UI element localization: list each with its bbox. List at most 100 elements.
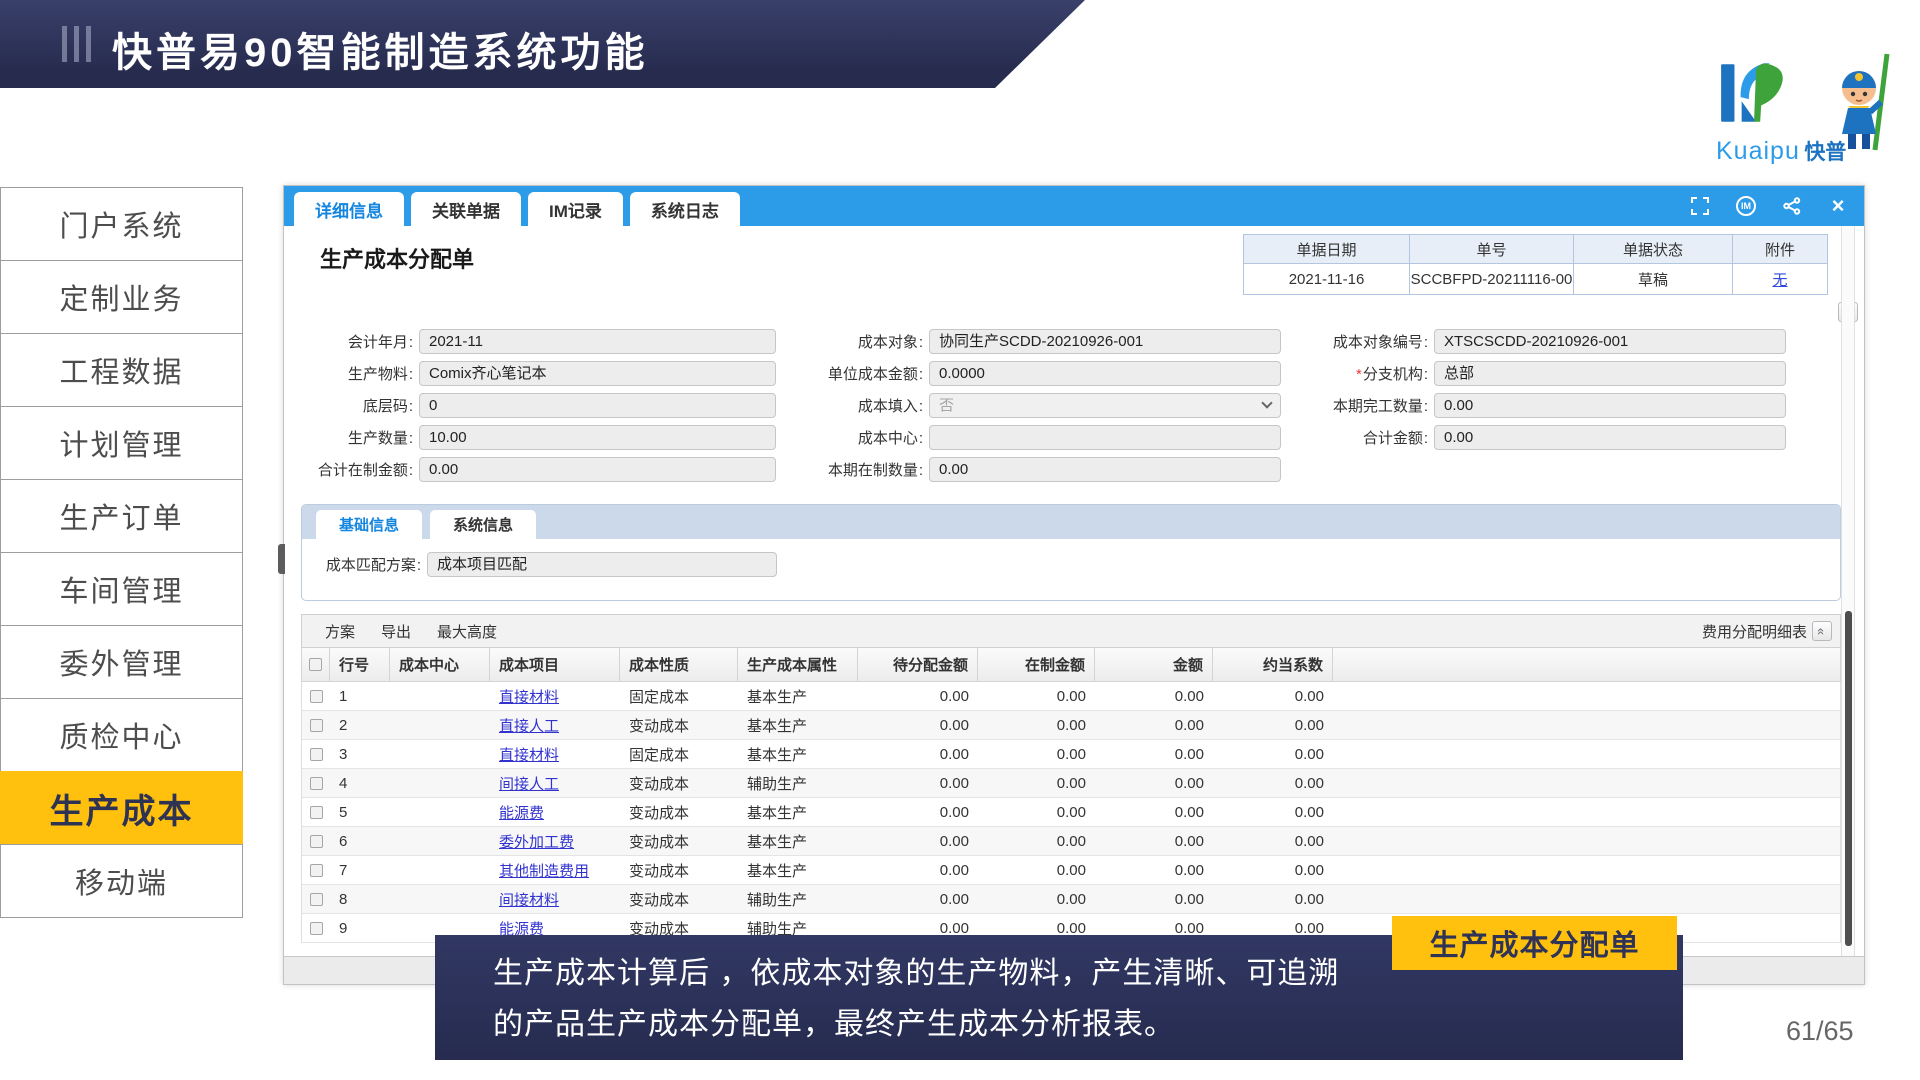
sidebar-item[interactable]: 车间管理 [0, 552, 243, 626]
subtab[interactable]: 基础信息 [316, 510, 422, 539]
form-input[interactable]: 0.00 [929, 457, 1281, 482]
row-checkbox[interactable] [310, 719, 323, 732]
cost-item-link[interactable]: 直接材料 [490, 740, 620, 768]
grid-column-header: 约当系数 [1213, 648, 1333, 681]
grid-cell: 5 [330, 798, 390, 826]
form-column-2: 成本对象协同生产SCDD-20210926-001单位成本金额0.0000成本填… [809, 328, 1281, 488]
sidebar-item[interactable]: 门户系统 [0, 187, 243, 261]
form-value: 总部 [1444, 362, 1776, 385]
select-all-checkbox[interactable] [309, 658, 322, 671]
form-input[interactable]: 10.00 [419, 425, 776, 450]
grid-cell: 0.00 [978, 856, 1095, 884]
header-deco-icon [62, 26, 91, 62]
sidebar-item[interactable]: 质检中心 [0, 698, 243, 772]
grid-cell: 固定成本 [620, 682, 738, 710]
form-input[interactable]: 0.00 [419, 457, 776, 482]
grid-cell [390, 769, 490, 797]
im-icon[interactable]: IM [1736, 196, 1756, 216]
form-row: 会计年月2021-11 [304, 328, 776, 354]
close-icon[interactable]: × [1828, 196, 1848, 216]
window-tab[interactable]: IM记录 [528, 192, 623, 226]
form-column-3: 成本对象编号XTSCSCDD-20210926-001*分支机构总部本期完工数量… [1292, 328, 1786, 456]
form-input[interactable]: 0.0000 [929, 361, 1281, 386]
cost-item-link[interactable]: 直接材料 [490, 682, 620, 710]
grid-row-filler [1333, 711, 1840, 739]
grid-cell: 0.00 [1095, 711, 1213, 739]
grid-cell: 1 [330, 682, 390, 710]
row-checkbox[interactable] [310, 748, 323, 761]
window-tab[interactable]: 详细信息 [294, 192, 404, 226]
form-label: 底层码 [304, 395, 419, 416]
document-title: 生产成本分配单 [320, 242, 474, 274]
grid-row-filler [1333, 769, 1840, 797]
form-input[interactable]: 协同生产SCDD-20210926-001 [929, 329, 1281, 354]
grid-cell: 3 [330, 740, 390, 768]
chevron-down-icon [1261, 397, 1272, 408]
grid-cell: 0.00 [978, 885, 1095, 913]
grid-header: 行号成本中心成本项目成本性质生产成本属性待分配金额在制金额金额约当系数 [301, 648, 1841, 682]
row-checkbox[interactable] [310, 864, 323, 877]
grid-cell: 0.00 [858, 798, 978, 826]
form-input[interactable]: 总部 [1434, 361, 1786, 386]
panel-collapse-handle[interactable] [278, 544, 285, 574]
cost-item-link[interactable]: 间接材料 [490, 885, 620, 913]
row-checkbox-cell [302, 711, 330, 739]
cost-item-link[interactable]: 其他制造费用 [490, 856, 620, 884]
sidebar: 门户系统定制业务工程数据计划管理生产订单车间管理委外管理质检中心生产成本移动端 [0, 188, 243, 918]
form-label: 生产数量 [304, 427, 419, 448]
cost-item-link[interactable]: 直接人工 [490, 711, 620, 739]
sidebar-item[interactable]: 移动端 [0, 844, 243, 918]
toolbar-button[interactable]: 最大高度 [437, 621, 497, 642]
cost-item-link[interactable]: 间接人工 [490, 769, 620, 797]
sidebar-item[interactable]: 工程数据 [0, 333, 243, 407]
window-tab[interactable]: 系统日志 [630, 192, 740, 226]
kp-logo-icon [1718, 56, 1790, 130]
grid-cell: 0.00 [1095, 885, 1213, 913]
brand-name-cn: 快普 [1804, 141, 1846, 164]
form-input[interactable]: 2021-11 [419, 329, 776, 354]
sidebar-item[interactable]: 定制业务 [0, 260, 243, 334]
sidebar-item[interactable]: 委外管理 [0, 625, 243, 699]
toolbar-button[interactable]: 方案 [325, 621, 355, 642]
row-checkbox[interactable] [310, 777, 323, 790]
match-scheme-input[interactable]: 成本项目匹配 [427, 552, 777, 577]
form-label: 成本匹配方案 [312, 554, 427, 575]
form-label: 会计年月 [304, 331, 419, 352]
row-checkbox[interactable] [310, 922, 323, 935]
cost-item-link[interactable]: 能源费 [490, 798, 620, 826]
window-scrollbar[interactable] [1841, 226, 1855, 956]
brand-logo: Kuaipu 快普 [1716, 56, 1916, 174]
grid-column-header: 金额 [1095, 648, 1213, 681]
row-checkbox[interactable] [310, 806, 323, 819]
row-checkbox[interactable] [310, 893, 323, 906]
form-input[interactable]: 0.00 [1434, 393, 1786, 418]
cost-item-link[interactable]: 委外加工费 [490, 827, 620, 855]
form-input[interactable]: Comix齐心笔记本 [419, 361, 776, 386]
window-tab[interactable]: 关联单据 [411, 192, 521, 226]
grid-cell: 0.00 [1095, 682, 1213, 710]
share-icon[interactable] [1782, 196, 1802, 216]
grid-cell: 0.00 [858, 740, 978, 768]
collapse-grid-button[interactable]: « [1812, 621, 1832, 641]
page-number: 61/65 [1786, 1016, 1854, 1047]
sidebar-item[interactable]: 生产成本 [0, 771, 243, 845]
subtab[interactable]: 系统信息 [430, 510, 536, 539]
form-input[interactable]: 0.00 [1434, 425, 1786, 450]
form-input[interactable]: XTSCSCDD-20210926-001 [1434, 329, 1786, 354]
sidebar-item[interactable]: 计划管理 [0, 406, 243, 480]
toolbar-button[interactable]: 导出 [381, 621, 411, 642]
scrollbar-thumb[interactable] [1845, 611, 1852, 946]
header-banner: 快普易90智能制造系统功能 [0, 0, 1160, 88]
form-label: 合计金额 [1292, 427, 1434, 448]
grid-cell: 0.00 [978, 682, 1095, 710]
form-input[interactable]: 0 [419, 393, 776, 418]
sidebar-item[interactable]: 生产订单 [0, 479, 243, 553]
row-checkbox[interactable] [310, 835, 323, 848]
attachment-link[interactable]: 无 [1732, 263, 1828, 295]
form-select[interactable]: 否 [929, 393, 1281, 418]
caption-line-2: 的产品生产成本分配单，最终产生成本分析报表。 [493, 999, 1683, 1050]
grid-cell: 0.00 [978, 798, 1095, 826]
form-input[interactable] [929, 425, 1281, 450]
fullscreen-icon[interactable] [1690, 196, 1710, 216]
row-checkbox[interactable] [310, 690, 323, 703]
